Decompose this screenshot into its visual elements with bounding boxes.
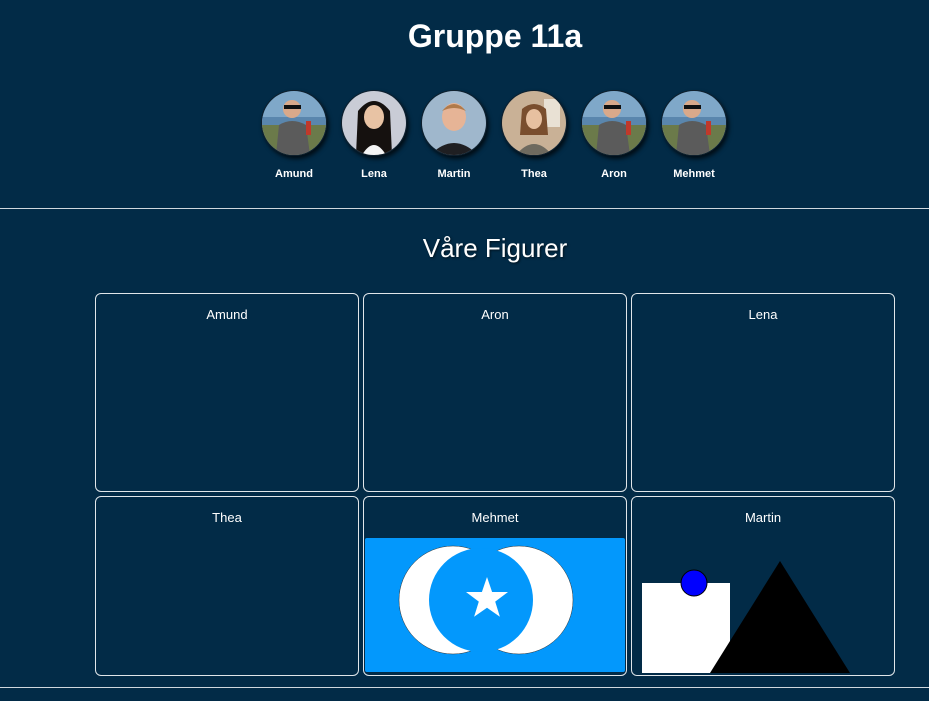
black-triangle [710, 561, 850, 673]
card-title: Aron [481, 307, 509, 322]
avatar[interactable] [501, 90, 567, 156]
figure-card-aron: Aron [363, 293, 627, 492]
card-title: Amund [206, 307, 248, 322]
member-name: Lena [361, 168, 387, 180]
avatar[interactable] [581, 90, 647, 156]
member-lena[interactable]: Lena [341, 90, 407, 180]
footer-divider [0, 687, 929, 688]
header-divider [0, 208, 929, 209]
member-amund[interactable]: Amund [261, 90, 327, 180]
member-name: Thea [521, 168, 547, 180]
member-aron[interactable]: Aron [581, 90, 647, 180]
avatar[interactable] [261, 90, 327, 156]
card-title: Mehmet [471, 510, 519, 525]
card-title: Thea [212, 510, 242, 525]
figure-card-mehmet: Mehmet [363, 496, 627, 676]
figure-card-amund: Amund [95, 293, 359, 492]
avatar[interactable] [661, 90, 727, 156]
card-title: Martin [744, 510, 782, 525]
member-name: Martin [437, 168, 471, 180]
figure-card-thea: Thea [95, 496, 359, 676]
member-mehmet[interactable]: Mehmet [661, 90, 727, 180]
member-name: Mehmet [673, 168, 715, 180]
mehmet-figure [365, 538, 625, 672]
member-name: Amund [275, 168, 313, 180]
card-title: Lena [748, 307, 778, 322]
member-martin[interactable]: Martin [421, 90, 487, 180]
header: Gruppe 11a Amund Lena Martin Thea Aron M… [0, 0, 929, 208]
member-name: Aron [601, 168, 627, 180]
member-thea[interactable]: Thea [501, 90, 567, 180]
avatar[interactable] [421, 90, 487, 156]
section-title: Våre Figurer [422, 233, 568, 263]
avatar[interactable] [341, 90, 407, 156]
page-title: Gruppe 11a [407, 18, 583, 54]
martin-figure [642, 561, 850, 673]
figures-grid: Amund Aron Lena Thea Mehmet Martin [95, 293, 895, 676]
blue-circle [680, 569, 708, 597]
white-square [642, 583, 730, 673]
figure-card-lena: Lena [631, 293, 895, 492]
member-list: Amund Lena Martin Thea Aron Mehmet [261, 90, 727, 180]
figure-card-martin: Martin [631, 496, 895, 676]
